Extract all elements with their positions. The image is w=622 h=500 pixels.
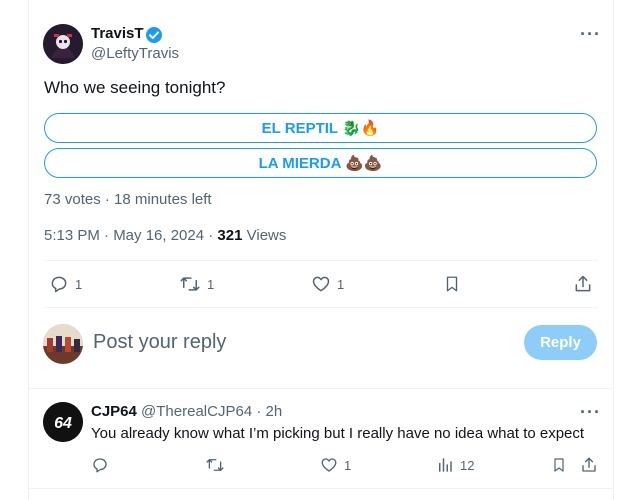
share-icon: [575, 275, 591, 292]
reply-like-action[interactable]: 1: [320, 456, 351, 474]
reply-bookmark-action[interactable]: [551, 456, 567, 474]
reply-count: 1: [75, 276, 83, 292]
analytics-icon: [439, 458, 452, 472]
reply-time[interactable]: · 2h: [256, 403, 282, 420]
views-label: Views: [246, 227, 287, 244]
bookmark-icon: [446, 276, 458, 292]
reply-author-name[interactable]: CJP64: [91, 403, 137, 420]
retweet-icon: [180, 277, 200, 291]
poll-option-label: LA MIERDA 💩💩: [258, 155, 383, 172]
tweet-meta: 5:13 PM · May 16, 2024 · 321 Views: [44, 227, 286, 244]
divider: [44, 307, 598, 308]
reply-action[interactable]: 1: [49, 274, 82, 294]
svg-text:64: 64: [54, 415, 72, 432]
like-count: 1: [337, 276, 345, 292]
share-action[interactable]: [573, 274, 593, 294]
retweet-icon: [206, 459, 224, 471]
author-avatar[interactable]: [43, 24, 83, 64]
timeline-column: TravisT @LeftyTravis ··· Who we seeing t…: [28, 0, 614, 500]
retweet-action[interactable]: 1: [179, 274, 214, 294]
like-action[interactable]: 1: [311, 274, 344, 294]
reply-like-count: 1: [344, 457, 352, 473]
divider: [44, 260, 598, 261]
reply-header: CJP64 @TherealCJP64 · 2h: [91, 403, 282, 420]
section-divider: [29, 388, 613, 389]
poll-option-la-mierda[interactable]: LA MIERDA 💩💩: [44, 148, 597, 178]
heart-icon: [312, 276, 330, 292]
views-count: 321: [217, 227, 243, 244]
avatar-logo-icon: 64: [43, 402, 83, 442]
heart-icon: [321, 458, 337, 472]
reply-share-action[interactable]: [580, 456, 598, 474]
section-divider: [29, 488, 613, 489]
more-options-icon[interactable]: ···: [580, 24, 601, 45]
tweet-timestamp[interactable]: 5:13 PM · May 16, 2024 ·: [44, 227, 217, 244]
avatar-photo-icon: [43, 324, 83, 364]
reply-retweet-action[interactable]: [205, 456, 225, 474]
reply-button[interactable]: Reply: [524, 325, 597, 360]
reply-text: You already know what I’m picking but I …: [91, 425, 585, 442]
reply-views-action[interactable]: 12: [436, 456, 474, 474]
bookmark-icon: [554, 458, 564, 472]
reply-input[interactable]: Post your reply: [93, 331, 226, 354]
author-name[interactable]: TravisT: [91, 25, 144, 42]
poll-summary: 73 votes · 18 minutes left: [44, 191, 212, 208]
tweet-text: Who we seeing tonight?: [44, 78, 226, 97]
reply-author-avatar[interactable]: 64: [43, 402, 83, 442]
poll-option-el-reptil[interactable]: EL REPTIL 🐉🔥: [44, 113, 597, 143]
author-handle[interactable]: @LeftyTravis: [91, 45, 179, 62]
reply-reply-action[interactable]: [91, 456, 109, 474]
reply-author-handle[interactable]: @TherealCJP64: [141, 403, 252, 420]
current-user-avatar[interactable]: [43, 324, 83, 364]
reply-icon: [93, 458, 107, 473]
avatar-skull-icon: [43, 24, 83, 64]
reply-views-count: 12: [460, 457, 475, 473]
reply-icon: [51, 276, 67, 293]
verified-badge-icon: [145, 26, 163, 44]
reply-more-options-icon[interactable]: ···: [580, 402, 601, 423]
retweet-count: 1: [207, 276, 215, 292]
bookmark-action[interactable]: [443, 274, 461, 294]
poll-option-label: EL REPTIL 🐉🔥: [261, 120, 380, 137]
share-icon: [582, 457, 596, 472]
